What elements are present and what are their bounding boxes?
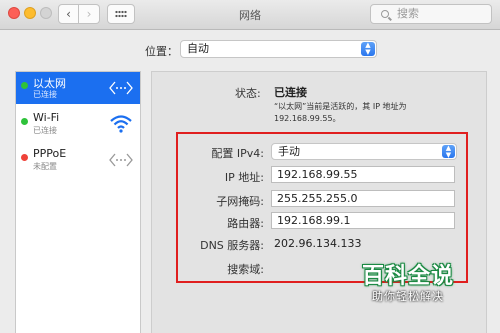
configure-ipv4-value: 手动	[278, 145, 300, 158]
search-input[interactable]: 搜索	[370, 4, 492, 24]
updown-arrows-icon: ▲ ▼	[361, 42, 375, 56]
location-select[interactable]: 自动 ▲ ▼	[180, 40, 377, 58]
ethernet-icon	[109, 153, 133, 167]
watermark-title: 百科全说	[361, 264, 454, 289]
status-description: “以太网”当前是活跃的，其 IP 地址为 192.168.99.55。	[274, 102, 407, 123]
configure-ipv4-select[interactable]: 手动 ▲ ▼	[271, 143, 457, 160]
watermark: 百科全说 助你轻松解决	[349, 258, 467, 310]
ip-address-field[interactable]: 192.168.99.55	[271, 166, 455, 183]
service-list: 以太网 已连接 Wi-Fi 已连接 PPPoE 未配置	[15, 71, 141, 333]
search-icon	[381, 10, 389, 18]
subnet-mask-label: 子网掩码:	[216, 195, 264, 208]
service-name: PPPoE	[33, 147, 67, 160]
watermark-subtitle: 助你轻松解决	[372, 290, 444, 303]
router-field[interactable]: 192.168.99.1	[271, 212, 455, 229]
service-item-wifi[interactable]: Wi-Fi 已连接	[16, 108, 140, 140]
service-status: 已连接	[33, 126, 57, 135]
title-bar: ‹ › 网络 搜索	[0, 0, 500, 30]
status-dot	[21, 82, 28, 89]
status-dot	[21, 154, 28, 161]
dns-server-value: 202.96.134.133	[274, 237, 362, 250]
router-label: 路由器:	[227, 217, 264, 230]
location-label: 位置：	[145, 45, 178, 58]
dns-server-label: DNS 服务器:	[200, 239, 264, 252]
ip-address-label: IP 地址:	[224, 171, 264, 184]
subnet-mask-field[interactable]: 255.255.255.0	[271, 190, 455, 207]
search-placeholder: 搜索	[397, 7, 419, 20]
search-domain-label: 搜索域:	[227, 263, 264, 276]
location-value: 自动	[187, 42, 209, 55]
wifi-icon	[110, 115, 132, 133]
status-label: 状态:	[235, 87, 261, 100]
updown-arrows-icon: ▲ ▼	[442, 145, 455, 159]
configure-ipv4-label: 配置 IPv4:	[211, 147, 264, 160]
service-name: Wi-Fi	[33, 111, 60, 124]
service-item-ethernet[interactable]: 以太网 已连接	[16, 72, 140, 104]
service-status: 未配置	[33, 162, 57, 171]
status-value: 已连接	[274, 86, 307, 99]
ethernet-icon	[109, 81, 133, 95]
status-dot	[21, 118, 28, 125]
service-item-pppoe[interactable]: PPPoE 未配置	[16, 144, 140, 176]
service-status: 已连接	[33, 90, 57, 99]
